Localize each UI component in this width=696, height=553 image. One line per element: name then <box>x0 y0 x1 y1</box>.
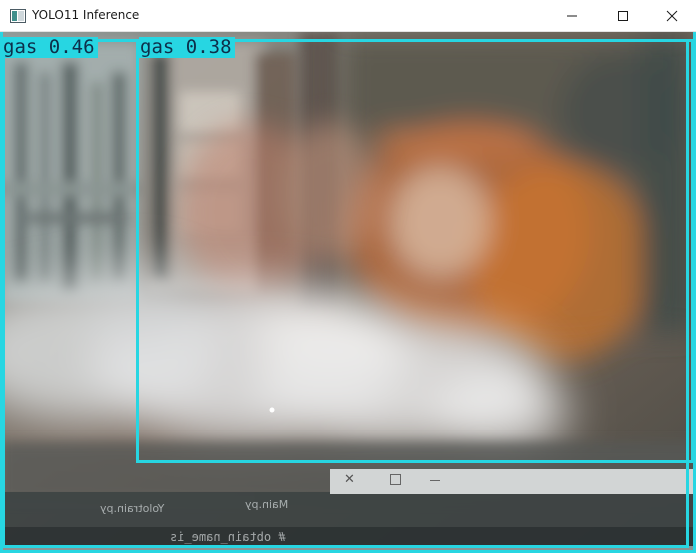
detection-box-gas-2 <box>136 39 694 463</box>
close-icon <box>666 10 678 22</box>
detection-label-gas-1: gas 0.46 <box>2 37 98 58</box>
window-title: YOLO11 Inference <box>32 8 140 22</box>
app-window-icon <box>10 9 26 23</box>
close-button[interactable] <box>648 0 696 32</box>
inference-frame: ✕ Yolotrain.py Main.py # obtain_name_is … <box>0 32 696 553</box>
minimize-icon <box>567 15 577 17</box>
detection-label-gas-2: gas 0.38 <box>139 37 235 58</box>
maximize-icon <box>618 11 628 21</box>
minimize-button[interactable] <box>548 0 596 32</box>
maximize-button[interactable] <box>599 0 647 32</box>
window-titlebar[interactable]: YOLO11 Inference <box>0 0 696 32</box>
